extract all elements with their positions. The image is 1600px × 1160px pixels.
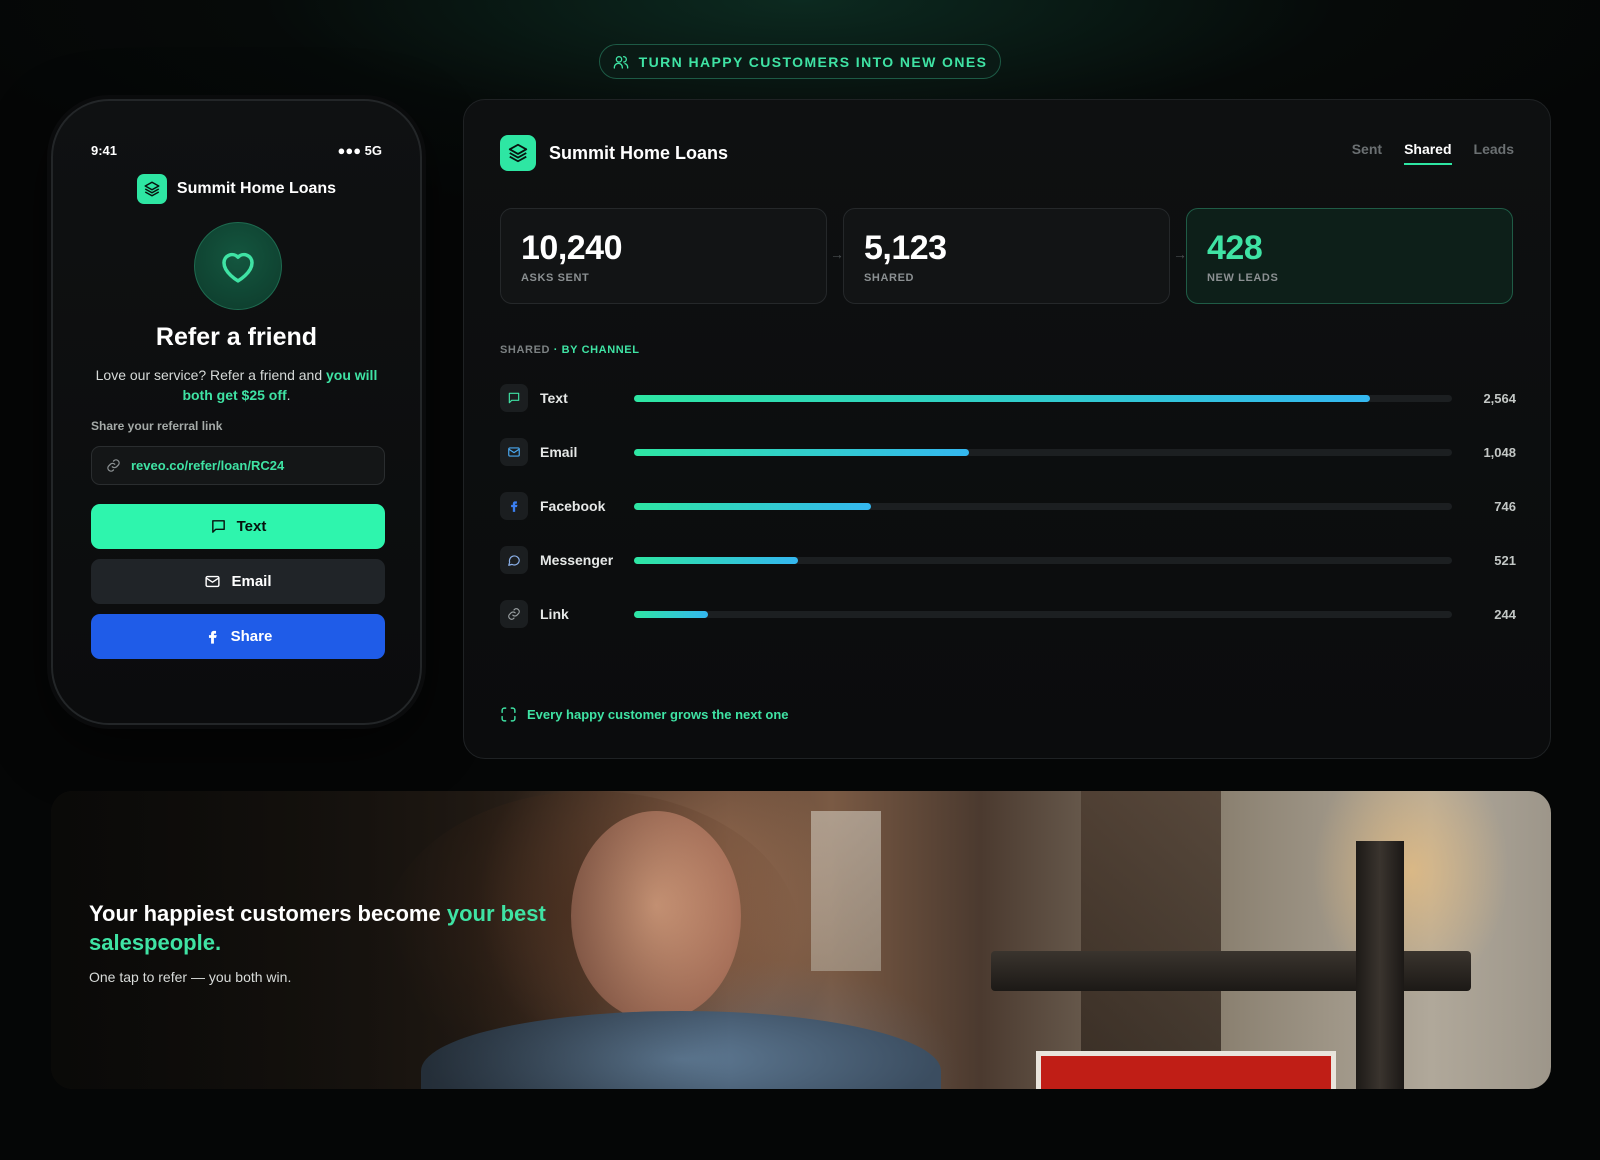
- sign-post-illustration: [1356, 841, 1404, 1089]
- hero-title: Your happiest customers become your best…: [89, 901, 546, 955]
- message-square-icon: [500, 384, 528, 412]
- phone-mockup: 9:41 ●●● 5G Summit Home Loans Refer a fr…: [51, 99, 422, 725]
- stat-asks-sent: 10,240 ASKS SENT: [500, 208, 827, 304]
- refer-description: Love our service? Refer a friend and you…: [95, 367, 378, 403]
- heart-badge: [194, 222, 282, 310]
- facebook-share-button[interactable]: Share: [91, 614, 385, 659]
- channel-value: 244: [1494, 606, 1516, 622]
- hero-banner: Your happiest customers become your best…: [51, 791, 1551, 1089]
- channel-value: 746: [1494, 498, 1516, 514]
- channel-row-facebook: Facebook 746: [500, 491, 1516, 521]
- channel-bar-fill: [634, 610, 708, 618]
- channel-bar-fill: [634, 448, 970, 456]
- stat-shared: 5,123 SHARED: [843, 208, 1170, 304]
- refresh-loop-icon: [501, 707, 516, 722]
- stat-value: 428: [1207, 229, 1263, 267]
- channel-name: Text: [540, 390, 568, 406]
- channel-value: 521: [1494, 552, 1516, 568]
- message-circle-icon: [500, 546, 528, 574]
- channel-value: 2,564: [1483, 390, 1516, 406]
- top-badge: TURN HAPPY CUSTOMERS INTO NEW ONES: [599, 44, 1001, 79]
- channel-bar-fill: [634, 502, 872, 510]
- dashboard-brand-name: Summit Home Loans: [549, 142, 729, 163]
- channel-bar-fill: [634, 556, 798, 564]
- arrow-right-icon: →: [1173, 246, 1187, 262]
- section-highlight: · BY CHANNEL: [553, 344, 640, 356]
- channel-row-messenger: Messenger 521: [500, 545, 1516, 575]
- dashboard-brand: Summit Home Loans: [500, 135, 728, 171]
- channel-row-text: Text 2,564: [500, 383, 1516, 413]
- for-sale-sign-illustration: [1036, 1051, 1336, 1089]
- brand-logo-icon: [136, 174, 167, 204]
- refer-title: Refer a friend: [155, 323, 318, 351]
- tab-leads[interactable]: Leads: [1474, 141, 1514, 165]
- link-icon: [500, 600, 528, 628]
- channel-row-email: Email 1,048: [500, 437, 1516, 467]
- stat-label: NEW LEADS: [1207, 272, 1279, 284]
- hero-subtitle: One tap to refer — you both win.: [89, 969, 292, 985]
- house-door-illustration: [1081, 791, 1221, 1089]
- house-window-illustration: [811, 811, 881, 971]
- channel-name: Link: [540, 606, 569, 622]
- referral-link-value: reveo.co/refer/loan/RC24: [131, 458, 285, 473]
- referral-link-field[interactable]: reveo.co/refer/loan/RC24: [91, 446, 385, 485]
- channel-bar-track: [634, 394, 1452, 402]
- channel-bar-track: [634, 448, 1452, 456]
- channel-bar-track: [634, 502, 1452, 510]
- share-link-label: Share your referral link: [91, 419, 223, 433]
- brand-logo-icon: [500, 135, 536, 171]
- status-time: 9:41: [91, 143, 118, 158]
- facebook-icon: [208, 630, 217, 644]
- stat-value: 5,123: [864, 229, 947, 267]
- phone-brand-name: Summit Home Loans: [176, 180, 337, 197]
- facebook-icon: [500, 492, 528, 520]
- tab-shared[interactable]: Shared: [1404, 141, 1452, 165]
- mail-icon: [500, 438, 528, 466]
- channel-name: Facebook: [540, 498, 606, 514]
- channel-value: 1,048: [1483, 444, 1516, 460]
- channel-bar-fill: [634, 394, 1371, 402]
- channel-name: Messenger: [540, 552, 614, 568]
- users-icon: [613, 55, 629, 69]
- stat-value: 10,240: [521, 229, 623, 267]
- dashboard-tabs: Sent Shared Leads: [1352, 141, 1514, 165]
- section-label: SHARED · BY CHANNEL: [500, 344, 640, 356]
- channel-bar-track: [634, 610, 1452, 618]
- link-icon: [107, 459, 120, 472]
- stat-label: SHARED: [864, 272, 915, 284]
- stat-label: ASKS SENT: [521, 272, 590, 284]
- stat-new-leads: 428 NEW LEADS: [1186, 208, 1513, 304]
- tab-sent[interactable]: Sent: [1352, 141, 1382, 165]
- channel-row-link: Link 244: [500, 599, 1516, 629]
- top-badge-label: TURN HAPPY CUSTOMERS INTO NEW ONES: [638, 53, 988, 70]
- dashboard-footer-note: Every happy customer grows the next one: [500, 706, 789, 723]
- channel-name: Email: [540, 444, 578, 460]
- channel-bar-track: [634, 556, 1452, 564]
- message-square-icon: [211, 520, 225, 533]
- email-button[interactable]: Email: [91, 559, 385, 604]
- referral-dashboard: Summit Home Loans Sent Shared Leads 10,2…: [463, 99, 1551, 759]
- phone-brand: Summit Home Loans: [53, 174, 420, 204]
- text-button[interactable]: Text: [91, 504, 385, 549]
- status-signal: ●●● 5G: [337, 143, 382, 158]
- status-bar: 9:41 ●●● 5G: [91, 143, 382, 158]
- heart-icon: [222, 252, 254, 283]
- arrow-right-icon: →: [830, 246, 844, 262]
- mail-icon: [205, 575, 221, 588]
